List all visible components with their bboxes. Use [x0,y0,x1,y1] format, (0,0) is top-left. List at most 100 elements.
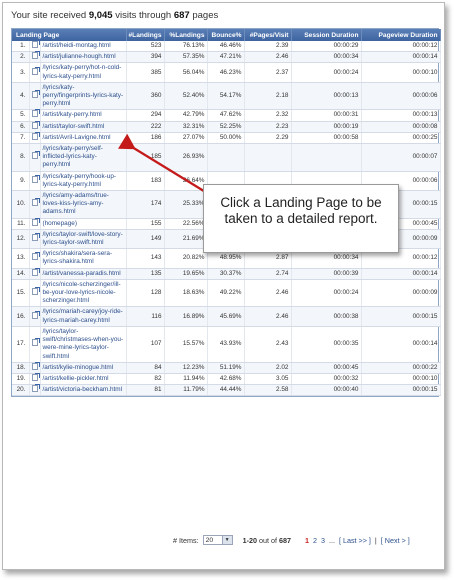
table-row[interactable]: 1. /artist/heidi-montag.html 523 76.13% 46.4… [12,40,441,53]
external-page-icon[interactable] [31,217,40,226]
landing-page-cell[interactable]: /artist/vanessa-paradis.html [40,268,127,280]
landing-page-link[interactable]: /lyrics/shakira/sera-sera-lyrics-shakira… [43,250,113,265]
landing-page-cell[interactable]: /artist/kellie-pickler.html [40,373,127,386]
header-landings[interactable]: #Landings [126,29,165,41]
landing-page-cell[interactable]: /artist/taylor-swift.html [40,121,127,133]
table-row[interactable]: 16. /lyrics/mariah-carey/joy-ride-lyrics-… [12,306,441,327]
landing-page-link[interactable]: /artist/kylie-minogue.html [43,364,114,371]
page-cell-icon [29,171,41,192]
landing-page-cell[interactable]: /lyrics/katy-perry/hook-up-lyrics-katy-p… [40,171,127,192]
next-page-link[interactable]: [ Next > ] [381,536,410,545]
landing-page-cell[interactable]: /lyrics/katy-perry/hot-n-cold-lyrics-kat… [40,62,127,83]
table-row[interactable]: 14. /artist/vanessa-paradis.html 135 19.65%… [12,267,441,280]
pageview-duration: 00:00:10 [361,373,441,386]
last-page-link[interactable]: [ Last >> ] [339,536,371,545]
landing-page-cell[interactable]: /artist/kylie-minogue.html [40,362,127,374]
pages-per-visit: 2.32 [244,109,292,122]
page-link-current[interactable]: 1 [305,536,309,545]
external-page-icon[interactable] [31,232,40,241]
table-row[interactable]: 18. /artist/kylie-minogue.html 84 12.23% 51.… [12,361,441,374]
landing-page-link[interactable]: /lyrics/taylor-swift/love-story-lyrics-t… [43,231,123,246]
table-row[interactable]: 6. /artist/taylor-swift.html 222 32.31% 52.2… [12,120,441,133]
external-page-icon[interactable] [31,40,40,48]
page-link-3[interactable]: 3 [321,536,325,545]
landing-page-link[interactable]: /lyrics/amy-adams/true-loves-kiss-lyrics… [43,192,109,215]
pageview-duration: 00:00:10 [361,62,441,83]
landing-page-cell[interactable]: (homepage) [40,218,127,230]
external-page-icon[interactable] [31,131,40,140]
header-session-duration[interactable]: Session Duration [291,29,362,41]
landing-page-cell[interactable]: /artist/Avril-Lavigne.html [40,132,127,145]
external-page-icon[interactable] [31,267,40,276]
external-page-icon[interactable] [31,174,40,183]
landing-page-link[interactable]: /artist/victoria-beckham.html [43,386,123,393]
table-row[interactable]: 4. /lyrics/katy-perry/fingerprints-lyrics… [12,82,441,111]
landing-page-link[interactable]: /artist/taylor-swift.html [43,123,105,130]
external-page-icon[interactable] [31,384,40,393]
landings-count: 135 [126,268,165,280]
pageview-duration: 00:00:25 [361,132,441,145]
landing-page-cell[interactable]: /lyrics/nicole-scherzinger/ill-be-your-l… [40,279,127,308]
external-page-icon[interactable] [31,151,40,160]
landing-page-cell[interactable]: /lyrics/amy-adams/true-loves-kiss-lyrics… [40,190,127,219]
header-landing-page[interactable]: Landing Page [12,29,127,41]
external-page-icon[interactable] [31,51,40,60]
landing-page-link[interactable]: /lyrics/katy-perry/hook-up-lyrics-katy-p… [43,173,117,188]
landing-page-link[interactable]: /artist/kellie-pickler.html [43,375,109,382]
landing-page-cell[interactable]: /lyrics/mariah-carey/joy-ride-lyrics-mar… [40,306,127,327]
table-row[interactable]: 15. /lyrics/nicole-scherzinger/ill-be-you… [12,279,441,308]
external-page-icon[interactable] [31,287,40,296]
landing-page-link[interactable]: (homepage) [43,220,77,227]
landing-page-cell[interactable]: /lyrics/katy-perry/self-inflicted-lyrics… [40,143,127,172]
external-page-icon[interactable] [31,90,40,99]
landing-page-link[interactable]: /artist/julianne-hough.html [43,53,116,60]
landing-page-cell[interactable]: /lyrics/taylor-swift/love-story-lyrics-t… [40,229,127,250]
summary-prefix: Your site received [11,10,87,21]
landing-page-cell[interactable]: /artist/katy-perry.html [40,109,127,122]
landing-page-cell[interactable]: /lyrics/shakira/sera-sera-lyrics-shakira… [40,248,127,269]
page-link-2[interactable]: 2 [313,536,317,545]
landing-page-link[interactable]: /lyrics/mariah-carey/joy-ride-lyrics-mar… [43,308,123,323]
summary-pages-count: 687 [173,10,190,21]
landing-page-link[interactable]: /artist/heidi-montag.html [43,42,111,49]
landing-page-cell[interactable]: /artist/julianne-hough.html [40,51,127,64]
external-page-icon[interactable] [31,109,40,118]
bounce-rate: 30.37% [207,268,245,280]
landing-page-link[interactable]: /lyrics/taylor-swift/christmases-when-yo… [43,328,124,360]
external-page-icon[interactable] [31,66,40,75]
external-page-icon[interactable] [31,120,40,129]
landing-page-link[interactable]: /lyrics/katy-perry/hot-n-cold-lyrics-kat… [43,64,122,79]
header-pageview-duration[interactable]: Pageview Duration [361,29,441,41]
external-page-icon[interactable] [31,310,40,319]
external-page-icon[interactable] [31,361,40,370]
items-per-page-select[interactable]: 20 ▼ [202,535,233,545]
table-row[interactable]: 20. /artist/victoria-beckham.html 81 11.79%… [12,384,441,397]
landing-page-link[interactable]: /artist/katy-perry.html [43,111,102,118]
landing-page-cell[interactable]: /lyrics/katy-perry/fingerprints-lyrics-k… [40,82,127,111]
table-row[interactable]: 17. /lyrics/taylor-swift/christmases-when… [12,326,441,363]
row-index: 15. [12,279,30,308]
pages-per-visit: 2.43 [244,326,292,363]
external-page-icon[interactable] [31,338,40,347]
table-row[interactable]: 2. /artist/julianne-hough.html 394 57.35% 47… [12,51,441,64]
header-bounce[interactable]: Bounce% [207,29,245,41]
landing-page-cell[interactable]: /artist/heidi-montag.html [40,41,127,53]
table-row[interactable]: 5. /artist/katy-perry.html 294 42.79% 47.62%… [12,109,441,122]
landing-page-link[interactable]: /artist/Avril-Lavigne.html [43,134,111,141]
external-page-icon[interactable] [31,198,40,207]
header-pages-per-visit[interactable]: #Pages/Visit [244,29,292,41]
external-page-icon[interactable] [31,252,40,261]
landing-page-cell[interactable]: /artist/victoria-beckham.html [40,384,127,397]
table-row[interactable]: 8. /lyrics/katy-perry/self-inflicted-lyri… [12,143,441,172]
page-cell-icon [29,267,41,280]
external-page-icon[interactable] [31,372,40,381]
landing-page-link[interactable]: /lyrics/nicole-scherzinger/ill-be-your-l… [43,281,121,304]
table-row[interactable]: 3. /lyrics/katy-perry/hot-n-cold-lyrics-k… [12,62,441,83]
table-row[interactable]: 7. /artist/Avril-Lavigne.html 186 27.07% 50.… [12,131,441,145]
landing-page-link[interactable]: /lyrics/katy-perry/fingerprints-lyrics-k… [43,84,124,107]
landing-page-link[interactable]: /lyrics/katy-perry/self-inflicted-lyrics… [43,145,103,168]
table-row[interactable]: 19. /artist/kellie-pickler.html 82 11.94% 42… [12,372,441,386]
header-pct-landings[interactable]: %Landings [164,29,208,41]
landing-page-cell[interactable]: /lyrics/taylor-swift/christmases-when-yo… [40,326,127,363]
landing-page-link[interactable]: /artist/vanessa-paradis.html [43,270,121,277]
